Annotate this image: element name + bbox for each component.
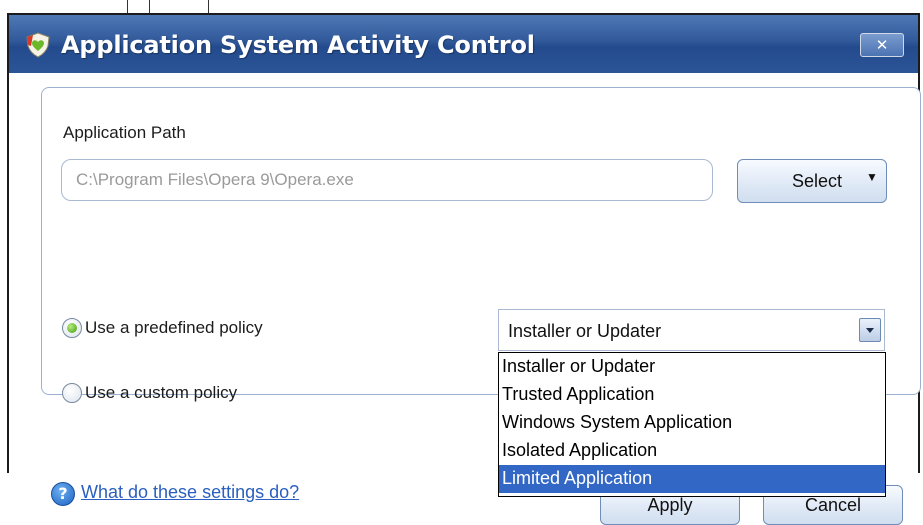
background-strip	[0, 0, 923, 14]
chevron-down-icon[interactable]	[859, 318, 881, 342]
background-divider	[208, 0, 209, 14]
policy-option[interactable]: Isolated Application	[499, 437, 885, 465]
help-icon[interactable]: ?	[51, 482, 75, 506]
policy-dropdown-list: Installer or Updater Trusted Application…	[498, 352, 886, 497]
policy-option[interactable]: Trusted Application	[499, 381, 885, 409]
policy-option[interactable]: Installer or Updater	[499, 353, 885, 381]
application-path-input[interactable]: C:\Program Files\Opera 9\Opera.exe	[61, 159, 713, 201]
application-path-label: Application Path	[63, 123, 186, 142]
policy-option-highlighted[interactable]: Limited Application	[499, 465, 885, 493]
title-bar[interactable]: Application System Activity Control ✕	[9, 15, 918, 73]
shield-heart-icon	[26, 32, 50, 58]
close-button[interactable]: ✕	[860, 33, 904, 57]
radio-selected-dot	[67, 323, 77, 333]
window-title: Application System Activity Control	[61, 31, 535, 59]
dialog-body: Application Path C:\Program Files\Opera …	[9, 73, 921, 525]
custom-policy-radio[interactable]	[62, 383, 82, 403]
policy-option[interactable]: Windows System Application	[499, 409, 885, 437]
background-divider	[149, 0, 150, 14]
custom-policy-label[interactable]: Use a custom policy	[85, 383, 237, 403]
policy-select[interactable]: Installer or Updater	[498, 309, 885, 351]
dropdown-arrow-icon: ▼	[866, 170, 878, 184]
dialog-window: Application System Activity Control ✕ Ap…	[7, 13, 921, 525]
select-button[interactable]: Select ▼	[737, 159, 887, 203]
predefined-policy-label[interactable]: Use a predefined policy	[85, 318, 263, 338]
background-divider	[127, 0, 128, 14]
policy-select-value: Installer or Updater	[508, 321, 662, 341]
select-button-label: Select	[792, 171, 843, 191]
help-link[interactable]: What do these settings do?	[81, 482, 299, 503]
predefined-policy-radio[interactable]	[62, 318, 82, 338]
